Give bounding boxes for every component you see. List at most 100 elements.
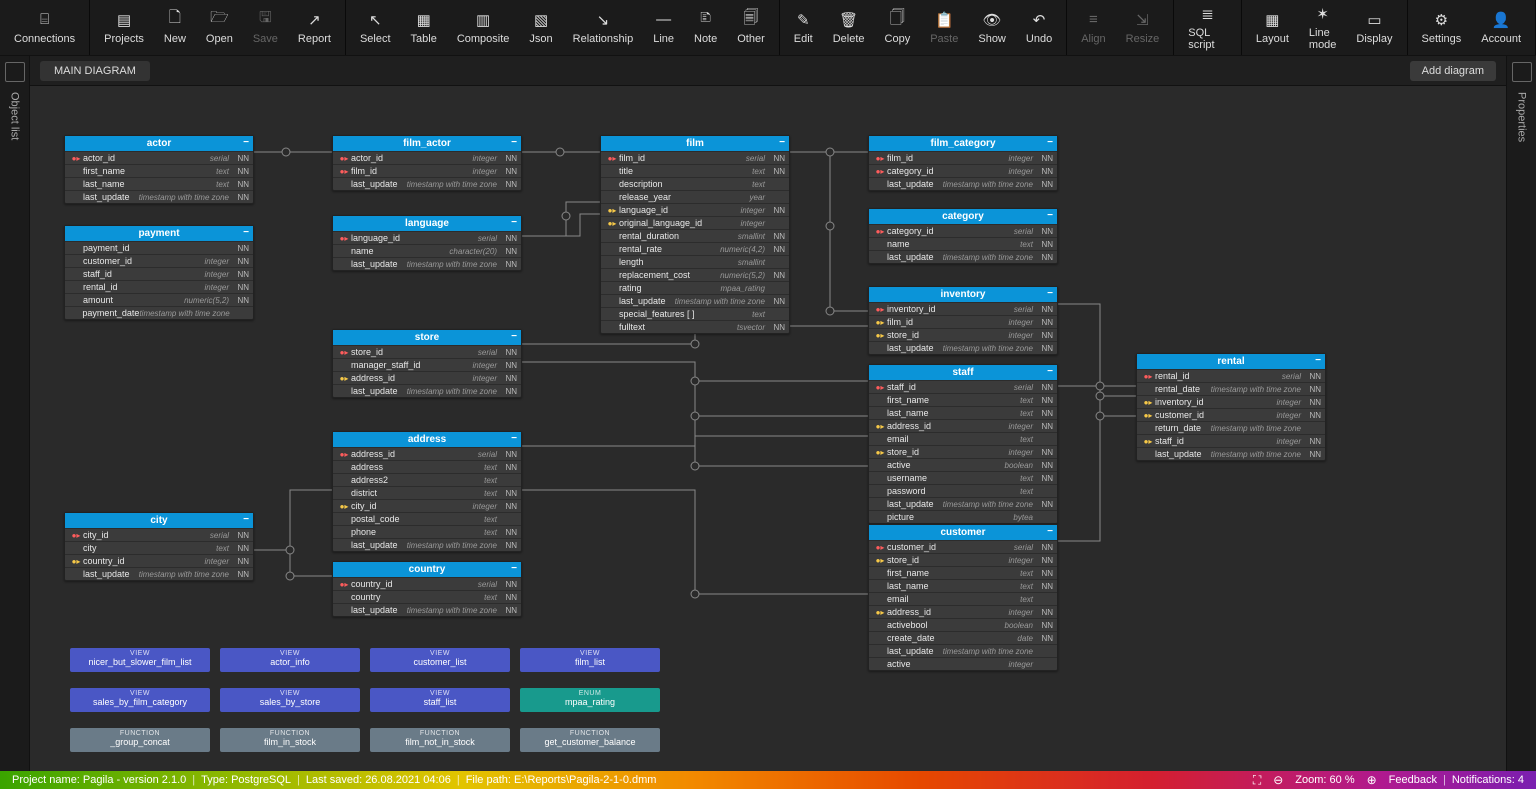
column-row[interactable]: rental_durationsmallintNN bbox=[601, 229, 789, 242]
column-row[interactable]: last_updatetimestamp with time zoneNN bbox=[333, 177, 521, 190]
entity-header[interactable]: store− bbox=[333, 330, 521, 345]
object-list-icon[interactable] bbox=[5, 62, 25, 82]
report-button[interactable]: ↗Report bbox=[288, 0, 341, 55]
column-row[interactable]: last_updatetimestamp with time zoneNN bbox=[869, 177, 1057, 190]
column-row[interactable]: return_datetimestamp with time zone bbox=[1137, 421, 1325, 434]
note-button[interactable]: 🗈Note bbox=[684, 0, 727, 55]
collapse-icon[interactable]: − bbox=[511, 217, 517, 228]
column-row[interactable]: nametextNN bbox=[869, 237, 1057, 250]
status-feedback[interactable]: Feedback bbox=[1383, 774, 1443, 786]
column-row[interactable]: ●▸staff_idserialNN bbox=[869, 380, 1057, 393]
entity-header[interactable]: category− bbox=[869, 209, 1057, 224]
collapse-icon[interactable]: − bbox=[243, 514, 249, 525]
collapse-icon[interactable]: − bbox=[1047, 210, 1053, 221]
entity-address[interactable]: address−●▸address_idserialNNaddresstextN… bbox=[332, 431, 522, 552]
line-button[interactable]: —Line bbox=[643, 0, 684, 55]
zoom-in-button[interactable]: ⊕ bbox=[1361, 773, 1383, 787]
entity-header[interactable]: payment− bbox=[65, 226, 253, 241]
column-row[interactable]: ●▸inventory_idintegerNN bbox=[1137, 395, 1325, 408]
column-row[interactable]: last_updatetimestamp with time zoneNN bbox=[333, 603, 521, 616]
entity-film_category[interactable]: film_category−●▸film_idintegerNN●▸catego… bbox=[868, 135, 1058, 191]
column-row[interactable]: last_updatetimestamp with time zoneNN bbox=[869, 341, 1057, 354]
collapse-icon[interactable]: − bbox=[1047, 137, 1053, 148]
entity-rental[interactable]: rental−●▸rental_idserialNNrental_datetim… bbox=[1136, 353, 1326, 461]
column-row[interactable]: last_nametextNN bbox=[869, 579, 1057, 592]
entity-header[interactable]: country− bbox=[333, 562, 521, 577]
add-diagram-button[interactable]: Add diagram bbox=[1410, 61, 1496, 81]
column-row[interactable]: citytextNN bbox=[65, 541, 253, 554]
column-row[interactable]: ●▸film_idintegerNN bbox=[333, 164, 521, 177]
column-row[interactable]: address2text bbox=[333, 473, 521, 486]
column-row[interactable]: picturebytea bbox=[869, 510, 1057, 523]
column-row[interactable]: ●▸category_idintegerNN bbox=[869, 164, 1057, 177]
collapse-icon[interactable]: − bbox=[511, 433, 517, 444]
column-row[interactable]: passwordtext bbox=[869, 484, 1057, 497]
entity-actor[interactable]: actor−●▸actor_idserialNNfirst_nametextNN… bbox=[64, 135, 254, 204]
column-row[interactable]: ●▸store_idintegerNN bbox=[869, 328, 1057, 341]
column-row[interactable]: last_updatetimestamp with time zoneNN bbox=[869, 250, 1057, 263]
column-row[interactable]: last_updatetimestamp with time zoneNN bbox=[869, 497, 1057, 510]
line-mode-button[interactable]: ✶Line mode bbox=[1299, 0, 1347, 55]
column-row[interactable]: emailtext bbox=[869, 432, 1057, 445]
column-row[interactable]: ●▸customer_idintegerNN bbox=[1137, 408, 1325, 421]
view-staff_list[interactable]: VIEWstaff_list bbox=[370, 688, 510, 712]
column-row[interactable]: ●▸address_idserialNN bbox=[333, 447, 521, 460]
settings-button[interactable]: ⚙Settings bbox=[1412, 0, 1472, 55]
enum-mpaa_rating[interactable]: ENUMmpaa_rating bbox=[520, 688, 660, 712]
column-row[interactable]: last_nametextNN bbox=[65, 177, 253, 190]
collapse-icon[interactable]: − bbox=[1047, 288, 1053, 299]
entity-header[interactable]: city− bbox=[65, 513, 253, 528]
func-_group_concat[interactable]: FUNCTION_group_concat bbox=[70, 728, 210, 752]
column-row[interactable]: ●▸original_language_idinteger bbox=[601, 216, 789, 229]
collapse-icon[interactable]: − bbox=[779, 137, 785, 148]
collapse-icon[interactable]: − bbox=[243, 227, 249, 238]
column-row[interactable]: payment_datetimestamp with time zone bbox=[65, 306, 253, 319]
entity-category[interactable]: category−●▸category_idserialNNnametextNN… bbox=[868, 208, 1058, 264]
account-button[interactable]: 👤Account bbox=[1471, 0, 1531, 55]
collapse-icon[interactable]: − bbox=[1047, 366, 1053, 377]
column-row[interactable]: first_nametextNN bbox=[65, 164, 253, 177]
entity-film_actor[interactable]: film_actor−●▸actor_idintegerNN●▸film_idi… bbox=[332, 135, 522, 191]
func-get_customer_balance[interactable]: FUNCTIONget_customer_balance bbox=[520, 728, 660, 752]
column-row[interactable]: descriptiontext bbox=[601, 177, 789, 190]
view-nicer_but_slower_film_list[interactable]: VIEWnicer_but_slower_film_list bbox=[70, 648, 210, 672]
diagram-canvas[interactable]: actor−●▸actor_idserialNNfirst_nametextNN… bbox=[30, 86, 1506, 771]
display-button[interactable]: ▭Display bbox=[1346, 0, 1402, 55]
show-button[interactable]: 👁Show bbox=[968, 0, 1016, 55]
delete-button[interactable]: 🗑Delete bbox=[823, 0, 875, 55]
column-row[interactable]: phonetextNN bbox=[333, 525, 521, 538]
column-row[interactable]: last_updatetimestamp with time zoneNN bbox=[601, 294, 789, 307]
view-actor_info[interactable]: VIEWactor_info bbox=[220, 648, 360, 672]
collapse-icon[interactable]: − bbox=[511, 563, 517, 574]
copy-button[interactable]: 🗍Copy bbox=[875, 0, 921, 55]
column-row[interactable]: ●▸country_idintegerNN bbox=[65, 554, 253, 567]
column-row[interactable]: replacement_costnumeric(5,2)NN bbox=[601, 268, 789, 281]
properties-icon[interactable] bbox=[1512, 62, 1532, 82]
zoom-out-button[interactable]: ⊖ bbox=[1267, 773, 1289, 787]
column-row[interactable]: rental_ratenumeric(4,2)NN bbox=[601, 242, 789, 255]
column-row[interactable]: ●▸inventory_idserialNN bbox=[869, 302, 1057, 315]
column-row[interactable]: first_nametextNN bbox=[869, 393, 1057, 406]
view-film_list[interactable]: VIEWfilm_list bbox=[520, 648, 660, 672]
column-row[interactable]: usernametextNN bbox=[869, 471, 1057, 484]
entity-inventory[interactable]: inventory−●▸inventory_idserialNN●▸film_i… bbox=[868, 286, 1058, 355]
column-row[interactable]: ●▸country_idserialNN bbox=[333, 577, 521, 590]
entity-header[interactable]: inventory− bbox=[869, 287, 1057, 302]
column-row[interactable]: release_yearyear bbox=[601, 190, 789, 203]
column-row[interactable]: ●▸store_idserialNN bbox=[333, 345, 521, 358]
collapse-icon[interactable]: − bbox=[511, 137, 517, 148]
view-sales_by_store[interactable]: VIEWsales_by_store bbox=[220, 688, 360, 712]
projects-button[interactable]: ▤Projects bbox=[94, 0, 154, 55]
func-film_not_in_stock[interactable]: FUNCTIONfilm_not_in_stock bbox=[370, 728, 510, 752]
column-row[interactable]: postal_codetext bbox=[333, 512, 521, 525]
column-row[interactable]: fulltexttsvectorNN bbox=[601, 320, 789, 333]
column-row[interactable]: ●▸city_idserialNN bbox=[65, 528, 253, 541]
entity-header[interactable]: film− bbox=[601, 136, 789, 151]
column-row[interactable]: ●▸language_idserialNN bbox=[333, 231, 521, 244]
column-row[interactable]: countrytextNN bbox=[333, 590, 521, 603]
entity-header[interactable]: customer− bbox=[869, 525, 1057, 540]
column-row[interactable]: manager_staff_idintegerNN bbox=[333, 358, 521, 371]
column-row[interactable]: ●▸staff_idintegerNN bbox=[1137, 434, 1325, 447]
entity-header[interactable]: film_category− bbox=[869, 136, 1057, 151]
tab-main-diagram[interactable]: MAIN DIAGRAM bbox=[40, 61, 150, 81]
